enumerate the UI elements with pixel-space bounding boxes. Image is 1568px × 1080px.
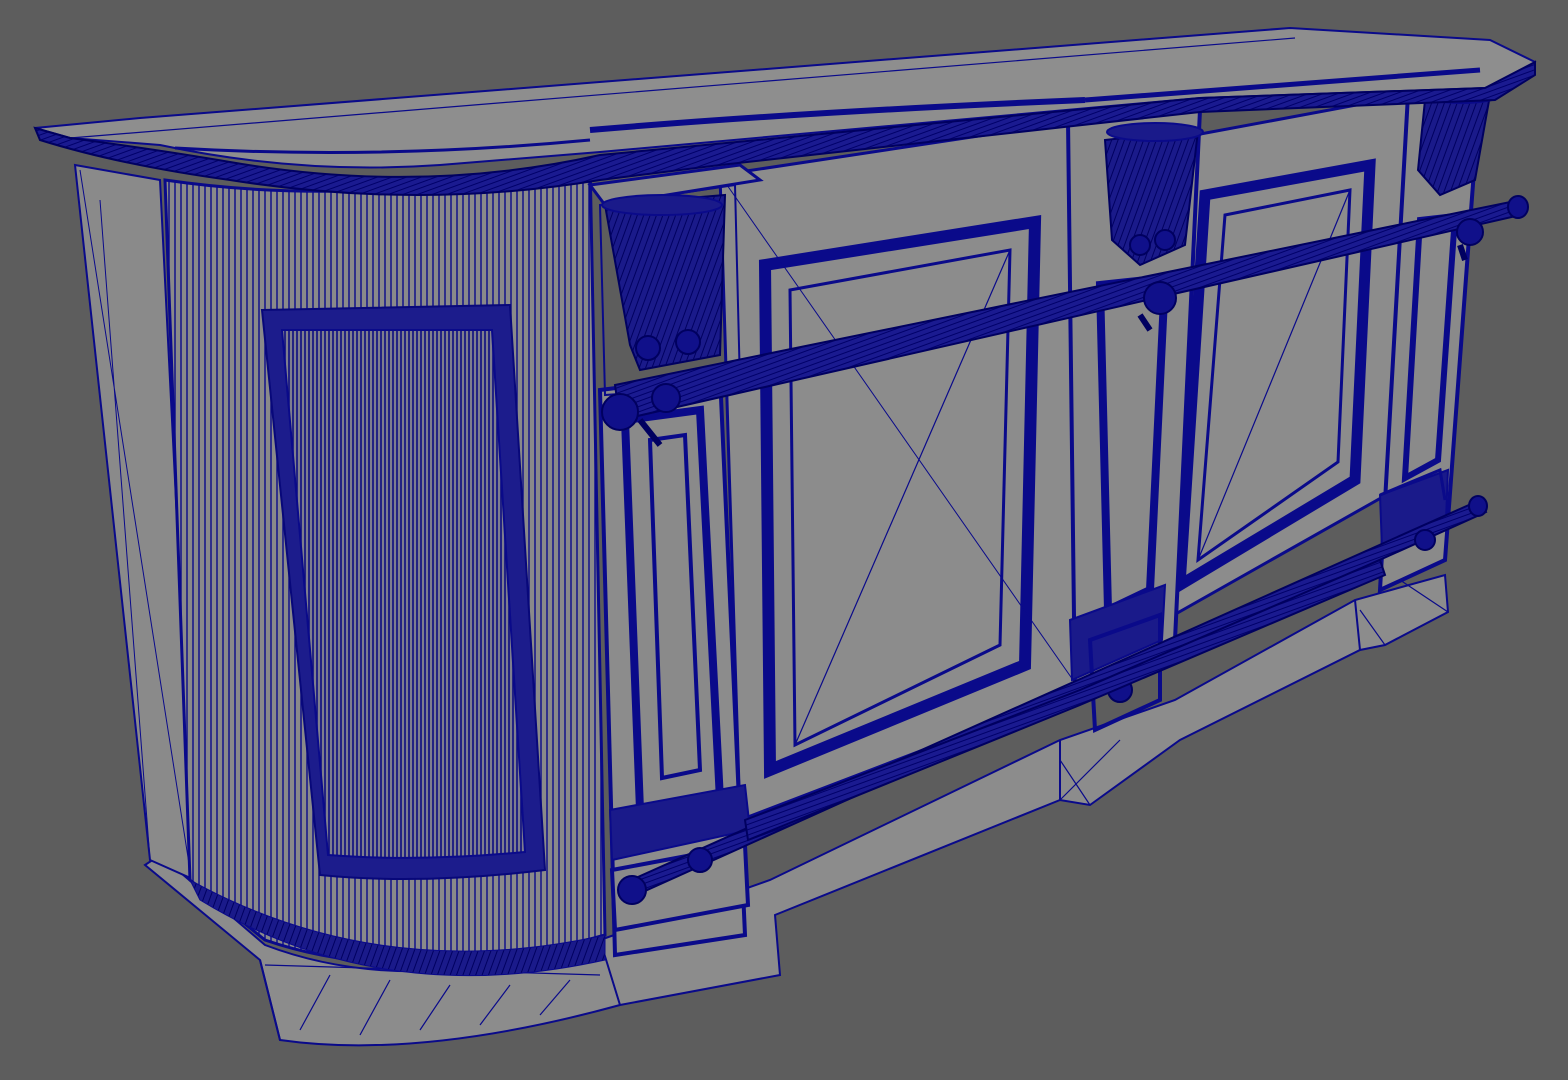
carved-corbel-left bbox=[601, 193, 727, 372]
3d-viewport[interactable] bbox=[0, 0, 1568, 1080]
bar-counter-model[interactable] bbox=[0, 0, 1568, 1080]
curved-end-panel bbox=[73, 158, 607, 977]
front-panel-right bbox=[1163, 93, 1412, 623]
